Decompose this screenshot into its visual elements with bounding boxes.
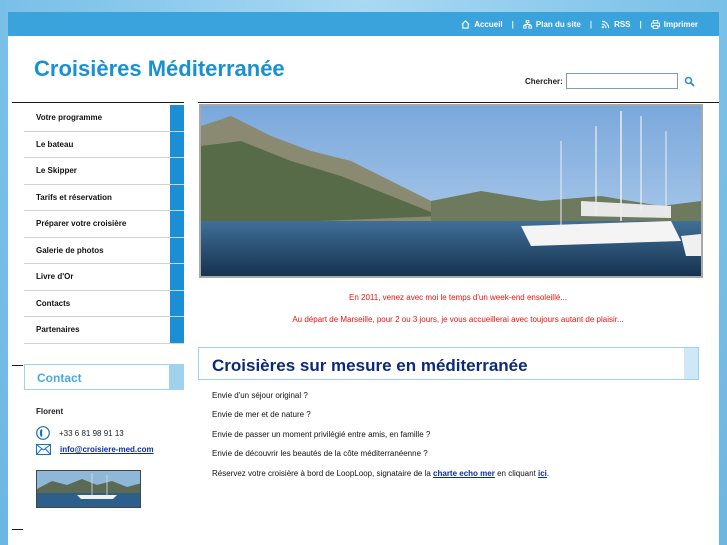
intro-line: Envie de passer un moment privilégié ent… <box>212 430 431 439</box>
intro-line: Envie de découvrir les beautés de la côt… <box>212 449 428 458</box>
sidebar-item-livre-dor[interactable]: Livre d'Or <box>24 264 184 291</box>
charte-echo-mer-link[interactable]: charte echo mer <box>433 469 495 478</box>
rss-icon <box>601 20 610 28</box>
sidebar-item-contacts[interactable]: Contacts <box>24 290 184 317</box>
home-icon <box>461 19 470 29</box>
header-divider-left <box>12 102 184 103</box>
sidebar-navigation: Votre programme Le bateau Le Skipper Tar… <box>24 105 184 344</box>
topnav-accueil[interactable]: Accueil <box>452 20 511 29</box>
contact-email-row[interactable]: info@croisiere-med.com <box>36 444 154 455</box>
contact-name: Florent <box>36 407 64 416</box>
contact-email-link[interactable]: info@croisiere-med.com <box>60 445 154 454</box>
sidebar-item-tarifs[interactable]: Tarifs et réservation <box>24 184 184 211</box>
sidebar-item-votre-programme[interactable]: Votre programme <box>24 105 184 132</box>
contact-phone: +33 6 81 98 91 13 <box>59 428 124 438</box>
contact-box-header: Contact <box>24 364 184 390</box>
page-content: Croisières Méditerranée Chercher: Votre … <box>8 36 719 545</box>
tagline-line-1: En 2011, venez avec moi le temps d'un we… <box>349 293 567 302</box>
topnav-accueil-label: Accueil <box>474 19 503 29</box>
search-icon[interactable] <box>684 76 695 87</box>
intro-line: Envie d'un séjour original ? <box>212 391 308 400</box>
sidebar-item-preparer[interactable]: Préparer votre croisière <box>24 211 184 238</box>
topnav-plan-du-site-label: Plan du site <box>535 19 581 29</box>
section-heading: Croisières sur mesure en méditerranée <box>212 356 528 375</box>
intro-line: Envie de mer et de nature ? <box>212 410 311 419</box>
envelope-icon <box>36 444 51 455</box>
print-icon <box>650 19 660 29</box>
topnav-imprimer-label: Imprimer <box>663 19 698 29</box>
sidebar-item-le-bateau[interactable]: Le bateau <box>24 131 184 158</box>
reservation-line: Réservez votre croisière à bord de LoopL… <box>212 469 549 478</box>
top-navigation-bar: Accueil | Plan du site | RSS | Imprimer <box>8 12 719 36</box>
site-title[interactable]: Croisières Méditerranée <box>34 56 285 82</box>
phone-icon <box>36 426 50 440</box>
sidebar-item-galerie[interactable]: Galerie de photos <box>24 237 184 264</box>
contact-phone-row: +33 6 81 98 91 13 <box>36 426 124 440</box>
sidebar-item-le-skipper[interactable]: Le Skipper <box>24 158 184 185</box>
topnav-rss-label: RSS <box>614 19 631 29</box>
tagline-line-2: Au départ de Marseille, pour 2 ou 3 jour… <box>292 315 624 324</box>
topnav-rss[interactable]: RSS <box>592 20 639 29</box>
topnav-plan-du-site[interactable]: Plan du site <box>514 19 590 29</box>
header-divider-right <box>198 102 719 103</box>
reservation-text-start: Réservez votre croisière à bord de LoopL… <box>212 469 434 478</box>
ici-link[interactable]: ici <box>538 469 547 478</box>
sidebar-item-partenaires[interactable]: Partenaires <box>24 317 184 344</box>
sidebar-divider <box>12 365 23 366</box>
sitemap-icon <box>522 19 532 29</box>
search-form: Chercher: <box>525 73 695 89</box>
contact-thumbnail-image[interactable] <box>36 470 141 508</box>
header-photo-calanque <box>199 104 703 278</box>
search-label: Chercher: <box>525 76 563 86</box>
contact-title: Contact <box>37 371 82 385</box>
topnav-imprimer[interactable]: Imprimer <box>642 19 707 29</box>
search-input[interactable] <box>565 73 678 89</box>
sidebar-divider <box>12 529 23 530</box>
reservation-text-end: . <box>546 469 550 478</box>
reservation-text-middle: en cliquant <box>494 469 538 478</box>
section-header-box: Croisières sur mesure en méditerranée <box>198 347 699 380</box>
